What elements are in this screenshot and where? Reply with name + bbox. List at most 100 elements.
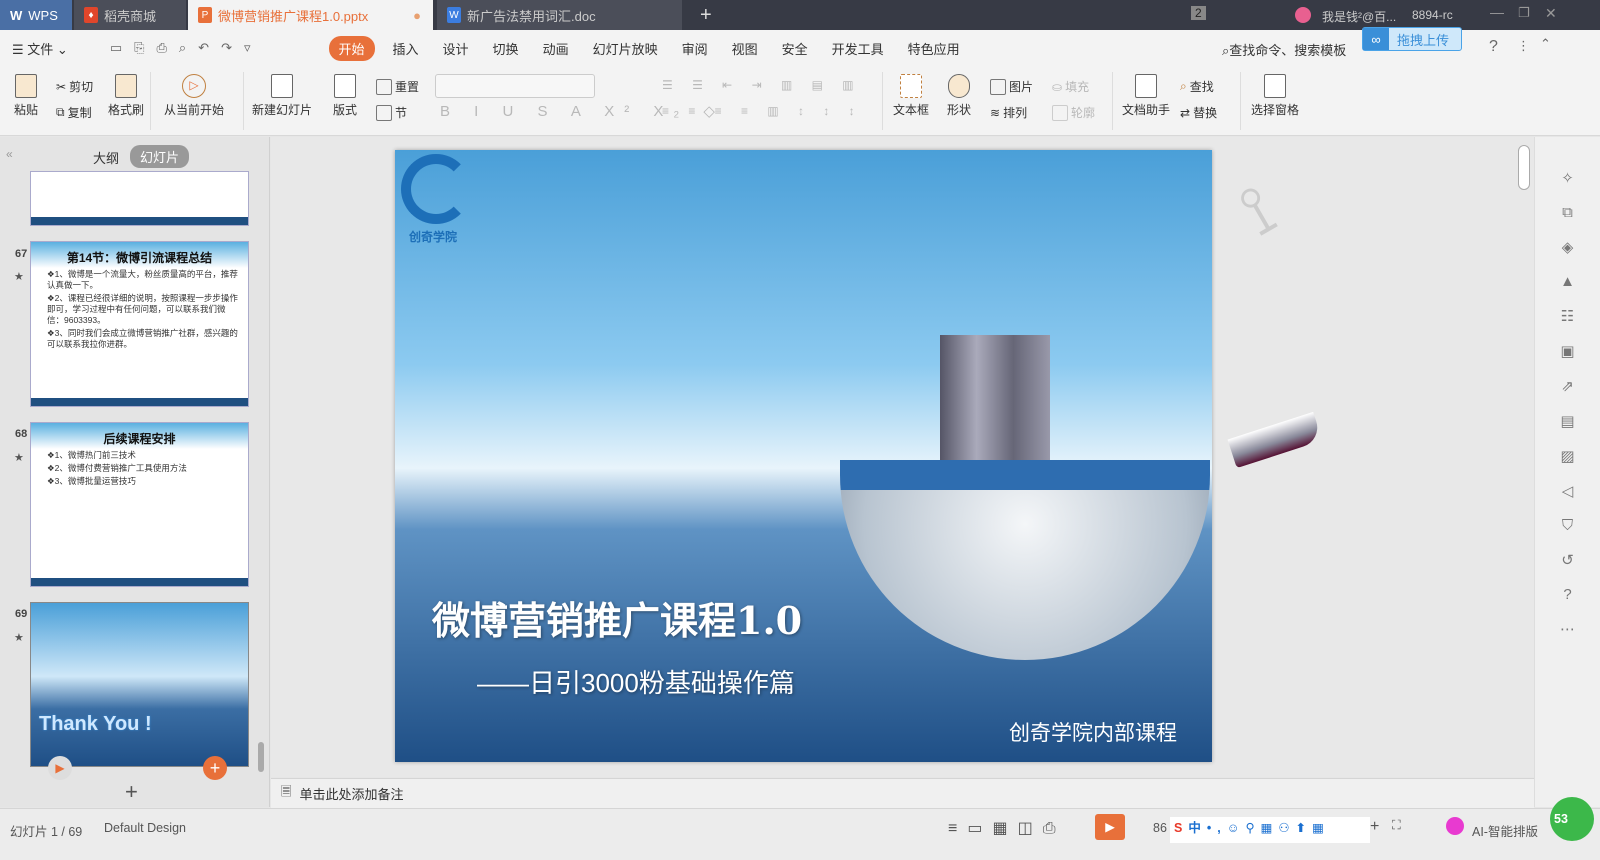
new-tab-button[interactable]: +	[690, 0, 712, 30]
help-icon[interactable]: ?	[1563, 586, 1571, 603]
textbox-button[interactable]: 文本框	[893, 74, 929, 118]
slide-number: 69	[15, 608, 28, 620]
slide-footer[interactable]: 创奇学院内部课程	[1009, 717, 1177, 747]
menu-design[interactable]: 设计	[431, 39, 481, 58]
reset-button[interactable]: 重置	[376, 78, 419, 95]
quick-access-icons[interactable]: ▭⎘⎙⌕↶↷▿	[110, 40, 263, 56]
selection-pane-button[interactable]: 选择窗格	[1251, 74, 1299, 118]
restore-button[interactable]: ❐	[1518, 5, 1530, 21]
notes-pane[interactable]: 🗏 单击此处添加备注	[271, 778, 1534, 808]
wps-home-tab[interactable]: W WPS	[0, 0, 72, 30]
thumb-line: ❖1、微博热门前三技术	[47, 450, 136, 460]
add-slide-overlay-button[interactable]: +	[203, 756, 227, 780]
font-name-select[interactable]	[435, 74, 595, 98]
cut-button[interactable]: ✂ 剪切	[56, 78, 93, 95]
zoom-level[interactable]: 86	[1153, 821, 1167, 835]
avatar[interactable]	[1295, 7, 1311, 23]
archive-icon[interactable]: ▤	[1560, 412, 1574, 430]
star-icon[interactable]: ★	[14, 631, 24, 644]
outline-button[interactable]: 轮廓	[1052, 104, 1095, 121]
close-button[interactable]: ✕	[1545, 5, 1557, 22]
menu-developer[interactable]: 开发工具	[820, 39, 896, 58]
paste-button[interactable]: 粘贴	[14, 74, 38, 118]
menu-special[interactable]: 特色应用	[896, 39, 972, 58]
menu-review[interactable]: 审阅	[670, 39, 720, 58]
collapse-ribbon-icon[interactable]: ⌃	[1540, 36, 1551, 52]
fill-button[interactable]: ⛀ 填充	[1052, 78, 1089, 95]
slide-title[interactable]: 微博营销推广课程1.0	[432, 590, 802, 645]
zoom-in-button[interactable]: +	[1370, 818, 1379, 836]
tab-slides[interactable]: 幻灯片	[130, 145, 190, 168]
menu-bar: ☰ 文件 ⌄ ▭⎘⎙⌕↶↷▿ 开始 插入 设计 切换 动画 幻灯片放映 审阅 视…	[0, 27, 1600, 66]
add-slide-button[interactable]: +	[125, 779, 138, 805]
star-icon[interactable]: ★	[14, 270, 24, 283]
ai-layout-button[interactable]: AI-智能排版	[1472, 821, 1538, 840]
arrange-button[interactable]: ≋ 排列	[990, 104, 1027, 121]
align-buttons[interactable]: ≡ ≡ ≡ ≡ ▥ ↕ ↕ ↕	[662, 104, 863, 118]
play-slide-button[interactable]: ▶	[48, 756, 72, 780]
tab-outline[interactable]: 大纲	[93, 148, 119, 167]
slide-thumbnail-67[interactable]: 第14节：微博引流课程总结 ❖1、微博是一个流量大，粉丝质量高的平台，推荐认真做…	[30, 241, 249, 407]
picture-icon[interactable]: ▨	[1560, 447, 1574, 465]
menu-insert[interactable]: 插入	[381, 39, 431, 58]
play-from-current-button[interactable]: ▷ 从当前开始	[164, 74, 224, 118]
backup-icon[interactable]: ⛉	[1562, 517, 1573, 534]
command-search[interactable]: ⌕查找命令、搜索模板	[1222, 40, 1346, 59]
magic-icon[interactable]: ✧	[1561, 169, 1574, 187]
view-buttons[interactable]: ≡▭▦◫⎙	[948, 818, 1066, 838]
picture-button[interactable]: 图片	[990, 78, 1033, 95]
notes-icon: 🗏	[281, 783, 292, 799]
format-painter-button[interactable]: 格式刷	[108, 74, 144, 118]
minimize-button[interactable]: —	[1490, 4, 1504, 20]
star-icon[interactable]: ★	[14, 451, 24, 464]
slide-subtitle[interactable]: ——日引3000粉基础操作篇	[477, 663, 795, 700]
window-count-badge[interactable]: 2	[1191, 6, 1206, 20]
share-icon[interactable]: ⇗	[1561, 377, 1574, 395]
copy-button[interactable]: ⧉ 复制	[56, 104, 92, 121]
ime-toolbar[interactable]: S中•,☺⚲▦⚇⬆▦	[1170, 817, 1370, 843]
slideshow-play-button[interactable]: ▶	[1095, 814, 1125, 840]
replace-button[interactable]: ⇄ 替换	[1180, 104, 1217, 121]
shape-style-icon[interactable]: ◈	[1562, 238, 1574, 256]
transform-icon[interactable]: ⧉	[1562, 204, 1573, 221]
find-button[interactable]: ⌕ 查找	[1180, 78, 1214, 95]
menu-animation[interactable]: 动画	[531, 39, 581, 58]
new-slide-button[interactable]: 新建幻灯片	[252, 74, 312, 118]
shape-button[interactable]: 形状	[947, 74, 971, 118]
menu-view[interactable]: 视图	[720, 39, 770, 58]
user-name[interactable]: 我是钱²@百...	[1322, 8, 1396, 25]
history-icon[interactable]: ↺	[1561, 551, 1574, 569]
outline-icon	[1052, 104, 1068, 121]
menu-slideshow[interactable]: 幻灯片放映	[581, 39, 670, 58]
tab-doc[interactable]: W 新广告法禁用词汇.doc	[437, 0, 682, 30]
fill-style-icon[interactable]: ▲	[1560, 273, 1575, 290]
more-icon[interactable]: ⋮	[1517, 38, 1530, 54]
tab-pptx[interactable]: P 微博营销推广课程1.0.pptx ●	[188, 0, 433, 30]
more-icon[interactable]: ⋯	[1560, 620, 1575, 638]
slide-thumbnail-68[interactable]: 后续课程安排 ❖1、微博热门前三技术 ❖2、微博付费营销推广工具使用方法 ❖3、…	[30, 422, 249, 587]
fit-window-icon[interactable]: ⛶	[1392, 818, 1401, 833]
tab-docer[interactable]: ♦ 稻壳商城	[74, 0, 186, 30]
audio-icon[interactable]: ◁	[1562, 482, 1574, 500]
layout-button[interactable]: 版式	[333, 74, 357, 118]
paragraph-buttons[interactable]: ☰ ☰ ⇤ ⇥ ▥ ▤ ▥	[662, 78, 862, 92]
canvas-scrollbar[interactable]	[1518, 145, 1530, 190]
speed-badge[interactable]: 53	[1550, 797, 1594, 841]
collapse-panel-icon[interactable]: «	[6, 147, 13, 161]
title-bar: W WPS ♦ 稻壳商城 P 微博营销推广课程1.0.pptx ● W 新广告法禁用词汇.…	[0, 0, 1600, 30]
menu-security[interactable]: 安全	[770, 39, 820, 58]
slide-thumbnail-69[interactable]: Thank You !	[30, 602, 249, 767]
file-menu[interactable]: ☰ 文件 ⌄	[0, 39, 80, 58]
current-slide[interactable]: 创奇学院 微博营销推广课程1.0 ——日引3000粉基础操作篇 创奇学院内部课程	[395, 150, 1212, 762]
slide-thumbnail-66[interactable]	[30, 171, 249, 226]
theme-name: Default Design	[104, 821, 186, 835]
upload-button[interactable]: ∞ 拖拽上传	[1362, 27, 1462, 51]
help-button[interactable]: ?	[1489, 38, 1498, 56]
section-button[interactable]: 节	[376, 104, 407, 121]
panel-scrollbar[interactable]	[258, 742, 264, 772]
doc-assistant-button[interactable]: 文档助手	[1122, 74, 1170, 118]
image-library-icon[interactable]: ▣	[1560, 342, 1574, 360]
menu-transition[interactable]: 切换	[481, 39, 531, 58]
menu-start[interactable]: 开始	[328, 35, 375, 61]
properties-icon[interactable]: ☷	[1561, 307, 1574, 325]
